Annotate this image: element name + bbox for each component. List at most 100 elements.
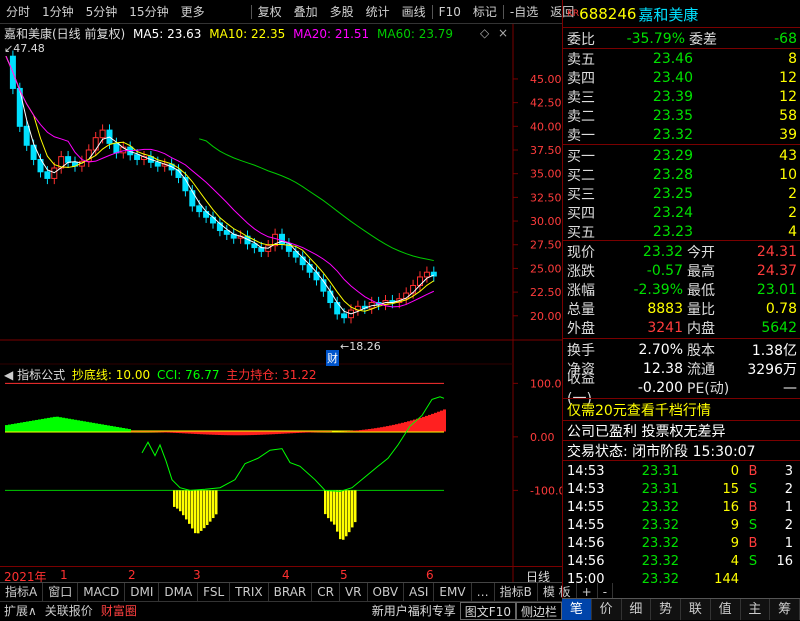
indicator-tab-12[interactable]: EMV — [434, 583, 471, 601]
right-tab-7[interactable]: 筹 — [770, 599, 800, 620]
promo-row[interactable]: 仅需20元查看千档行情 — [563, 401, 800, 419]
indicator-tab-4[interactable]: DMA — [159, 583, 198, 601]
trend-bar — [365, 429, 368, 431]
trend-bar — [71, 419, 74, 431]
right-tab-2[interactable]: 细 — [622, 599, 652, 620]
trend-bar — [98, 424, 101, 432]
toolbar-item-8[interactable]: 统计 — [360, 3, 396, 20]
toolbar-item-2[interactable]: 5分钟 — [80, 3, 124, 20]
trend-bar — [149, 432, 152, 433]
stat-label: 最低 — [683, 280, 729, 300]
indicator-tab-2[interactable]: MACD — [78, 583, 125, 601]
chaodi-bar — [185, 490, 188, 519]
ma10-line — [6, 56, 434, 311]
chart-close-icon[interactable]: × — [498, 26, 508, 40]
right-tab-6[interactable]: 主 — [741, 599, 771, 620]
stat2-value: -0.200 — [609, 380, 683, 396]
stat-label: 量比 — [683, 299, 729, 319]
indicator-tab-7[interactable]: BRAR — [269, 583, 313, 601]
fin-badge[interactable]: 财 — [326, 350, 339, 366]
related-quote-button[interactable]: 关联报价 — [41, 602, 97, 620]
trend-bar — [215, 432, 218, 435]
right-tab-4[interactable]: 联 — [681, 599, 711, 620]
sidebar-button[interactable]: 侧边栏 — [516, 602, 562, 620]
trend-bar — [404, 422, 407, 431]
trend-bar — [356, 430, 359, 431]
toolbar-item-11[interactable]: 标记 — [467, 3, 503, 20]
y-tick-label: 22.50 — [530, 286, 562, 299]
indicator-tab-3[interactable]: DMI — [125, 583, 159, 601]
ma10-label: MA10: 22.35 — [209, 27, 285, 41]
toolbar-item-3[interactable]: 15分钟 — [123, 3, 174, 20]
trend-bar — [392, 425, 395, 432]
trend-bar — [32, 420, 35, 431]
trend-bar — [218, 432, 221, 435]
toolbar-item-7[interactable]: 多股 — [324, 3, 360, 20]
tick-row: 15:0023.32144 — [563, 570, 800, 588]
toolbar-item-5[interactable]: 复权 — [252, 3, 288, 20]
indicator-tabs: 指标A窗口MACDDMIDMAFSLTRIXBRARCRVROBVASIEMV…… — [0, 582, 562, 601]
trend-bar — [107, 425, 110, 431]
trend-bar — [146, 432, 149, 433]
indicator-tab-0[interactable]: 指标A — [0, 583, 43, 601]
chaodi-bar — [324, 490, 327, 514]
f10-button[interactable]: 图文F10 — [460, 602, 516, 620]
toolbar-item-4[interactable]: 更多 — [175, 3, 211, 20]
ask-label: 卖二 — [563, 106, 633, 126]
indicator-tab-10[interactable]: OBV — [368, 583, 405, 601]
chart-settings-icon[interactable]: ◇ — [480, 26, 489, 40]
expand-button[interactable]: 扩展∧ — [0, 602, 41, 620]
ask-label: 卖三 — [563, 87, 633, 107]
right-tab-3[interactable]: 势 — [651, 599, 681, 620]
tick-time: 14:53 — [563, 482, 619, 497]
toolbar-item-1[interactable]: 1分钟 — [36, 3, 80, 20]
trend-bar — [14, 424, 17, 432]
indicator-name[interactable]: 指标公式 — [17, 368, 65, 382]
trend-bar — [188, 432, 191, 434]
trend-bar — [227, 432, 230, 436]
right-tab-1[interactable]: 价 — [592, 599, 622, 620]
trend-bar — [260, 432, 263, 435]
indicator-tab-14[interactable]: 指标B — [495, 583, 538, 601]
trend-bar — [23, 422, 26, 432]
indicator-arrow-icon[interactable]: ◀ — [4, 368, 13, 382]
toolbar-item-10[interactable]: F10 — [433, 5, 467, 19]
indicator-tab-13[interactable]: … — [472, 583, 495, 601]
bid-label: 买五 — [563, 222, 633, 242]
trend-bar — [233, 432, 236, 436]
right-tab-5[interactable]: 值 — [711, 599, 741, 620]
toolbar-item-0[interactable]: 分时 — [0, 3, 36, 20]
toolbar-item-6[interactable]: 叠加 — [288, 3, 324, 20]
ma20-line — [6, 56, 434, 307]
bid-volume: 4 — [693, 224, 797, 240]
right-tab-0[interactable]: 笔 — [562, 599, 592, 620]
toolbar-item-9[interactable]: 画线 — [396, 3, 432, 20]
candle-body — [314, 272, 319, 280]
indicator-tab-1[interactable]: 窗口 — [43, 583, 78, 601]
stat2-row: 收益(一)-0.200PE(动)— — [563, 379, 800, 397]
trend-bar — [248, 432, 251, 436]
promo-text[interactable]: 仅需20元查看千档行情 — [563, 400, 711, 420]
trend-bar — [353, 431, 356, 432]
trend-bar — [287, 432, 290, 434]
indicator-tab-9[interactable]: VR — [340, 583, 368, 601]
trend-bar — [176, 432, 179, 433]
trend-bar — [80, 421, 83, 432]
bid-volume: 43 — [693, 148, 797, 164]
y-tick-label: 40.00 — [530, 120, 562, 133]
wealth-circle-button[interactable]: 财富圈 — [97, 602, 141, 620]
indicator-tab-5[interactable]: FSL — [198, 583, 230, 601]
tick-count: 1 — [767, 500, 793, 515]
tick-time: 14:56 — [563, 536, 619, 551]
promo-link[interactable]: 新用户福利专享 — [368, 602, 460, 620]
indicator-tab-11[interactable]: ASI — [404, 583, 434, 601]
tick-row: 14:5323.310B3 — [563, 462, 800, 480]
trend-bar — [161, 432, 164, 433]
stat-row: 总量8883量比0.78 — [563, 300, 800, 318]
indicator-tab-6[interactable]: TRIX — [230, 583, 268, 601]
indicator-tab-8[interactable]: CR — [312, 583, 340, 601]
trend-bar — [431, 414, 434, 432]
trend-bar — [245, 432, 248, 436]
kline-chart[interactable]: 45.0042.5040.0037.5035.0032.5030.0027.50… — [0, 24, 562, 582]
toolbar-item-12[interactable]: -自选 — [504, 3, 544, 20]
